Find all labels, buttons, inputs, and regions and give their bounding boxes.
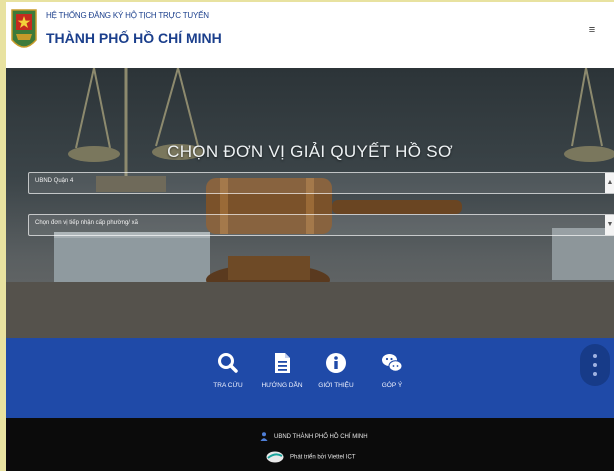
district-select-value: UBND Quận 4 (35, 178, 74, 184)
nav-label-about: GIỚI THIỆU (318, 382, 354, 389)
viettel-logo-icon (266, 451, 284, 463)
nav-item-about[interactable]: GIỚI THIỆU (312, 346, 360, 408)
footer-developer: Phát triển bởi Viettel ICT (266, 451, 356, 463)
nav-label-guide: HƯỚNG DẪN (261, 382, 303, 389)
ward-select-placeholder: Chọn đơn vị tiếp nhận cấp phường/ xã (35, 220, 138, 226)
more-options-icon[interactable] (580, 344, 610, 386)
nav-item-guide[interactable]: HƯỚNG DẪN (258, 346, 306, 408)
app-frame: HỆ THỐNG ĐĂNG KÝ HỘ TỊCH TRỰC TUYẾN THÀN… (6, 2, 614, 471)
bottom-nav: TRA CỨU HƯỚNG DẪN GIỚI THIỆU GÓP Ý (6, 338, 614, 418)
nav-label-feedback: GÓP Ý (381, 382, 403, 389)
nav-item-feedback[interactable]: GÓP Ý (368, 346, 416, 408)
footer: UBND THÀNH PHỐ HỒ CHÍ MINH Phát triển bở… (6, 418, 614, 471)
system-title: HỆ THỐNG ĐĂNG KÝ HỘ TỊCH TRỰC TUYẾN (46, 11, 209, 20)
ward-select[interactable]: Chọn đơn vị tiếp nhận cấp phường/ xã ▼ (28, 214, 614, 236)
city-title: THÀNH PHỐ HỒ CHÍ MINH (46, 30, 222, 46)
nav-label-lookup: TRA CỨU (213, 382, 243, 389)
menu-icon[interactable]: ≡ (584, 22, 600, 38)
footer-owner: UBND THÀNH PHỐ HỒ CHÍ MINH (260, 432, 368, 441)
footer-owner-text: UBND THÀNH PHỐ HỒ CHÍ MINH (274, 434, 368, 441)
info-icon (326, 353, 346, 373)
hero-banner: CHỌN ĐƠN VỊ GIẢI QUYẾT HỒ SƠ UBND Quận 4… (6, 68, 614, 338)
chat-icon (382, 354, 403, 372)
emblem-logo (11, 9, 37, 48)
gavel-scales-background (6, 68, 614, 338)
chevron-down-icon[interactable]: ▼ (605, 215, 614, 235)
document-icon (275, 353, 290, 373)
chevron-down-icon[interactable]: ▲ (605, 173, 614, 193)
nav-item-lookup[interactable]: TRA CỨU (204, 346, 252, 408)
district-select[interactable]: UBND Quận 4 ▲ (28, 172, 614, 194)
header: HỆ THỐNG ĐĂNG KÝ HỘ TỊCH TRỰC TUYẾN THÀN… (6, 2, 614, 68)
search-icon (218, 353, 238, 373)
hero-title: CHỌN ĐƠN VỊ GIẢI QUYẾT HỒ SƠ (167, 142, 453, 161)
person-icon (260, 432, 268, 441)
footer-developer-text: Phát triển bởi Viettel ICT (290, 454, 356, 461)
